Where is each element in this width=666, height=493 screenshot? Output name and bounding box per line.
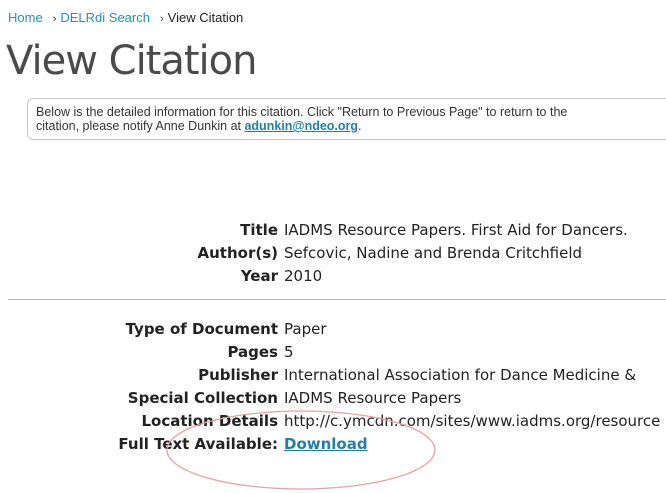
notice-line-2-suffix: .	[358, 119, 362, 133]
field-label-type: Type of Document	[125, 319, 278, 338]
breadcrumb-home-link[interactable]: Home	[8, 10, 43, 25]
field-row-publisher: Publisher International Association for …	[0, 363, 660, 386]
field-label-title: Title	[240, 220, 278, 239]
field-value-year: 2010	[284, 266, 323, 285]
notice-line-2-prefix: citation, please notify Anne Dunkin at	[36, 119, 245, 133]
field-value-pages: 5	[284, 342, 294, 361]
notice-box: Below is the detailed information for th…	[27, 98, 666, 140]
notice-line-2: citation, please notify Anne Dunkin at a…	[36, 119, 666, 133]
field-row-pages: Pages 5	[0, 340, 660, 363]
field-label-authors: Author(s)	[197, 243, 278, 262]
details-table: Type of Document Paper Pages 5 Publisher…	[0, 317, 660, 455]
breadcrumb-current: View Citation	[167, 10, 244, 25]
field-row-collection: Special Collection IADMS Resource Papers	[0, 386, 660, 409]
breadcrumb-search-link[interactable]: DELRdi Search	[60, 10, 150, 25]
field-value-authors: Sefcovic, Nadine and Brenda Critchfield	[284, 243, 583, 262]
field-row-authors: Author(s) Sefcovic, Nadine and Brenda Cr…	[0, 241, 628, 264]
field-value-title: IADMS Resource Papers. First Aid for Dan…	[284, 220, 628, 239]
field-label-fulltext: Full Text Available:	[118, 434, 278, 453]
field-label-publisher: Publisher	[198, 365, 278, 384]
field-value-collection: IADMS Resource Papers	[284, 388, 462, 407]
field-value-publisher: International Association for Dance Medi…	[284, 365, 637, 384]
field-row-title: Title IADMS Resource Papers. First Aid f…	[0, 218, 628, 241]
contact-email-link[interactable]: adunkin@ndeo.org	[244, 119, 358, 133]
field-value-fulltext: Download	[284, 432, 660, 455]
field-row-location: Location Details http://c.ymcdn.com/site…	[0, 409, 660, 432]
download-link[interactable]: Download	[284, 435, 368, 453]
section-divider	[8, 299, 666, 300]
field-row-year: Year 2010	[0, 264, 628, 287]
field-label-collection: Special Collection	[127, 388, 278, 407]
notice-line-1: Below is the detailed information for th…	[36, 105, 568, 119]
page-title: View Citation	[6, 38, 257, 84]
field-label-location: Location Details	[141, 411, 278, 430]
field-label-pages: Pages	[227, 342, 278, 361]
field-row-fulltext: Full Text Available: Download	[0, 432, 660, 455]
field-value-type: Paper	[284, 319, 327, 338]
breadcrumb: Home › DELRdi Search › View Citation	[8, 10, 243, 25]
chevron-right-icon: ›	[159, 13, 164, 25]
field-row-type: Type of Document Paper	[0, 317, 660, 340]
citation-table: Title IADMS Resource Papers. First Aid f…	[0, 218, 628, 287]
field-value-location: http://c.ymcdn.com/sites/www.iadms.org/r…	[284, 411, 661, 430]
field-label-year: Year	[240, 266, 278, 285]
chevron-right-icon: ›	[52, 13, 57, 25]
